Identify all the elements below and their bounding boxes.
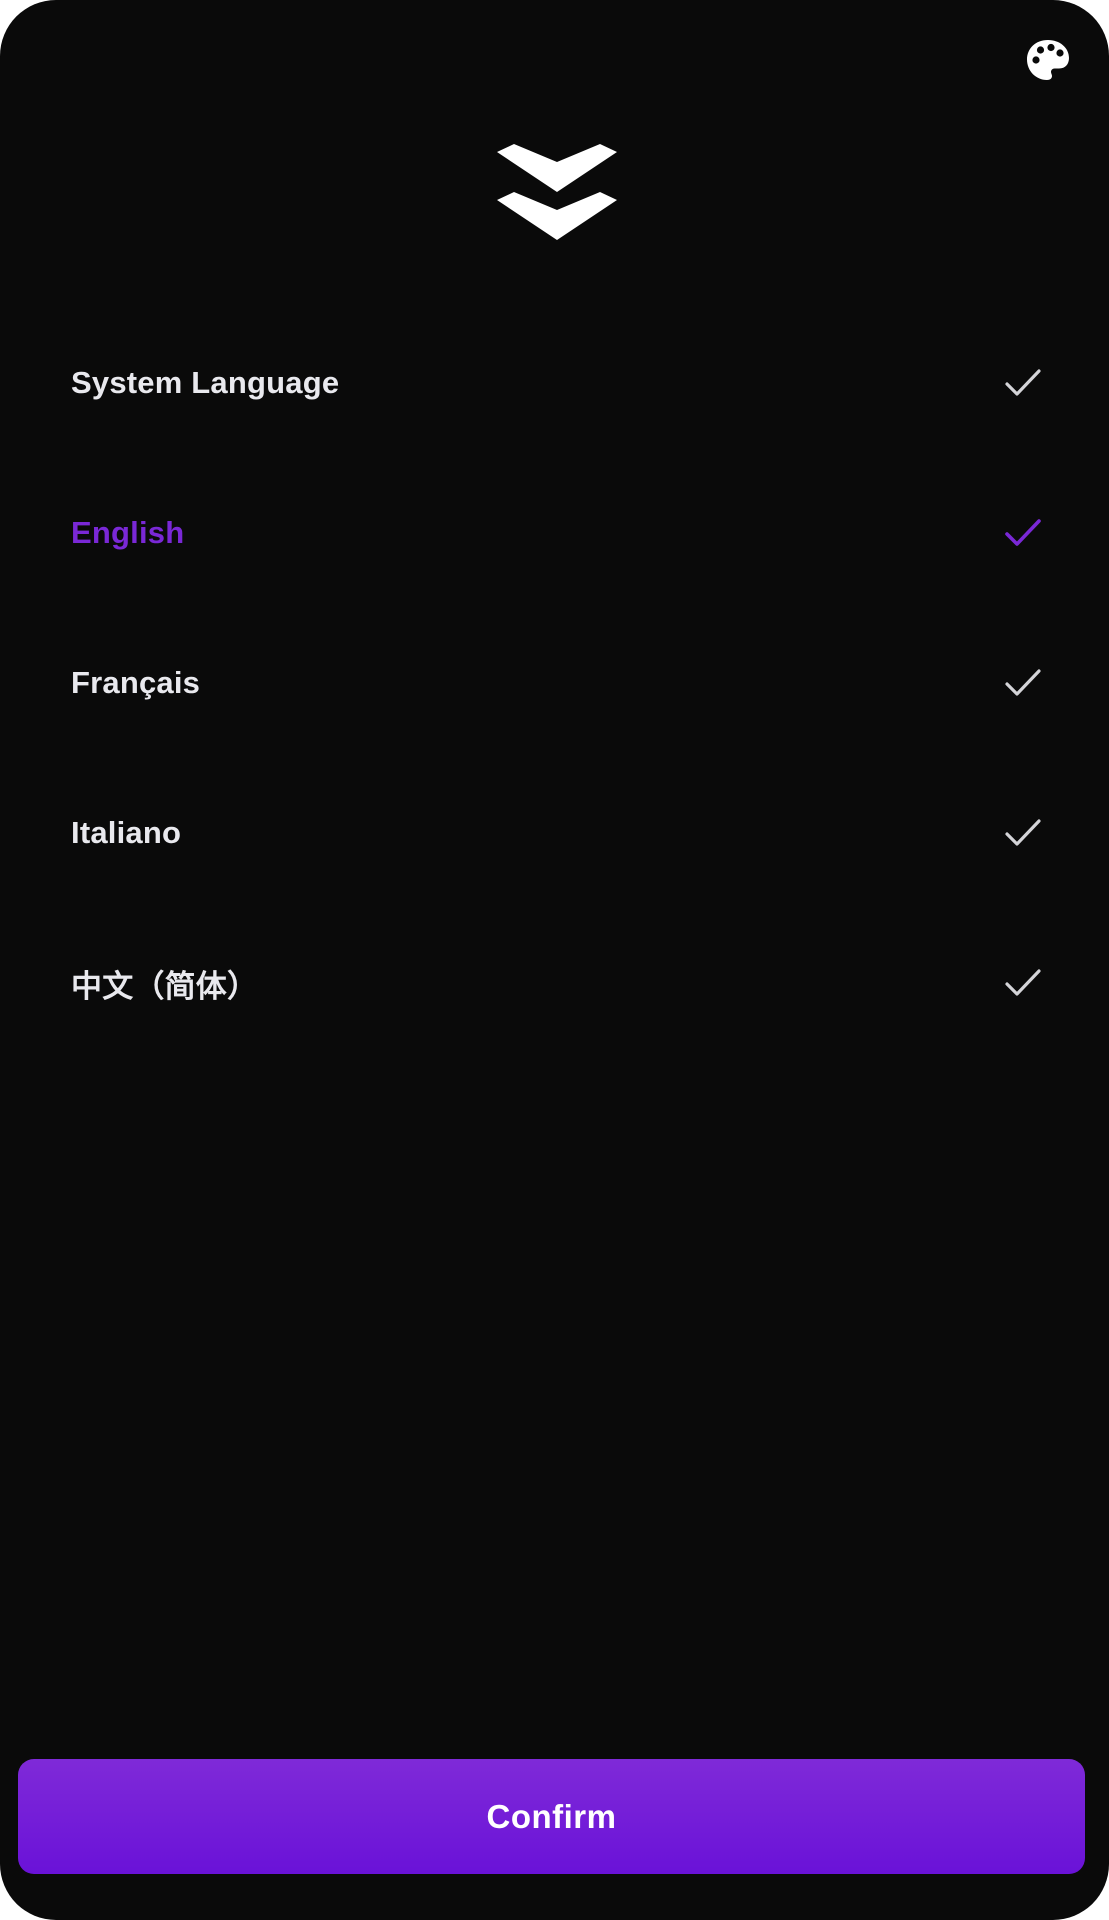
language-option-chinese-simplified[interactable]: 中文（简体） bbox=[0, 908, 1109, 1058]
language-option-italian[interactable]: Italiano bbox=[0, 758, 1109, 908]
check-icon bbox=[1003, 363, 1043, 403]
theme-button[interactable] bbox=[1019, 31, 1077, 89]
check-icon bbox=[1003, 963, 1043, 1003]
language-selection-screen: System Language English Français Italian… bbox=[0, 0, 1109, 1920]
app-logo bbox=[497, 142, 617, 246]
language-label: Français bbox=[71, 665, 201, 700]
language-label: English bbox=[71, 515, 185, 550]
confirm-button-label: Confirm bbox=[486, 1797, 617, 1835]
palette-icon bbox=[1027, 40, 1069, 80]
language-label: 中文（简体） bbox=[71, 968, 259, 1004]
check-icon bbox=[1003, 663, 1043, 703]
language-option-english[interactable]: English bbox=[0, 458, 1109, 608]
language-label: System Language bbox=[71, 365, 340, 400]
language-option-french[interactable]: Français bbox=[0, 608, 1109, 758]
language-option-system[interactable]: System Language bbox=[0, 308, 1109, 458]
language-list: System Language English Français Italian… bbox=[0, 308, 1109, 1058]
language-label: Italiano bbox=[71, 815, 182, 850]
check-icon bbox=[1003, 513, 1043, 553]
check-icon bbox=[1003, 813, 1043, 853]
confirm-button[interactable]: Confirm bbox=[18, 1759, 1085, 1874]
layers-logo-icon bbox=[497, 144, 617, 240]
